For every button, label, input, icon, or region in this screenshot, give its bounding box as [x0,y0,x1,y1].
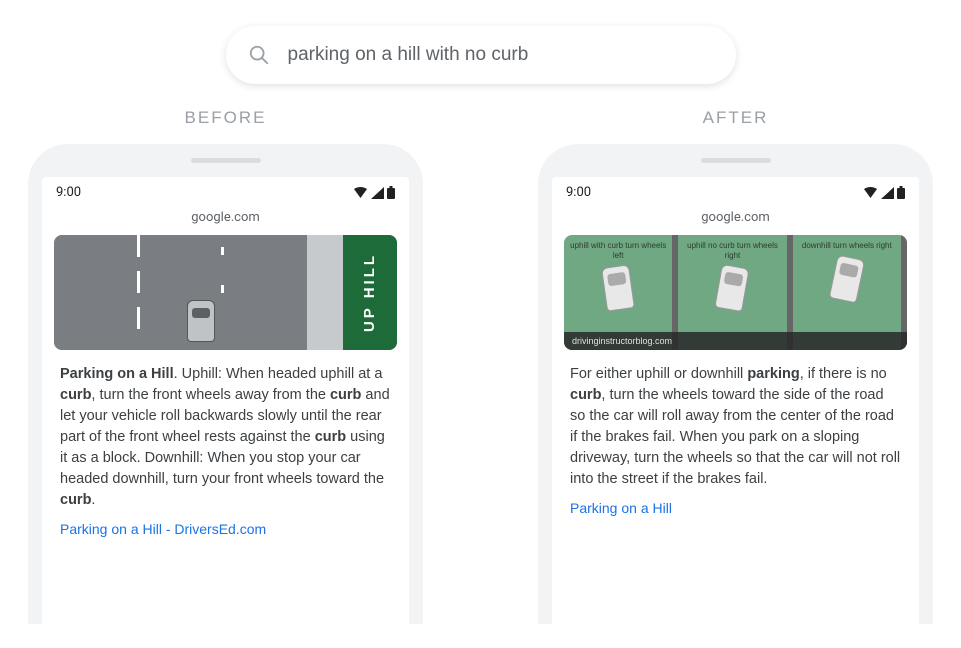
result-link-after[interactable]: Parking on a Hill [552,490,919,516]
search-query: parking on a hill with no curb [288,44,529,66]
car-icon [187,300,215,342]
wheel-diagram: uphill with curb turn wheels left uphill… [564,235,907,350]
status-icons [863,186,905,199]
url-bar: google.com [552,206,919,235]
panel-caption-0: uphill with curb turn wheels left [564,241,672,260]
before-label: BEFORE [185,108,267,128]
uphill-label: UP HILL [362,253,379,332]
status-bar: 9:00 [42,177,409,206]
url-bar: google.com [42,206,409,235]
status-time: 9:00 [566,185,591,200]
result-snippet-after: For either uphill or downhill parking, i… [552,364,919,490]
result-image-after: uphill with curb turn wheels left uphill… [564,235,907,350]
wifi-icon [863,187,878,199]
road-diagram: UP HILL [54,235,397,350]
phone-mockup-after: 9:00 google.com uphill with curb turn wh… [538,144,933,624]
phone-speaker [191,158,261,163]
signal-icon [371,187,384,199]
battery-icon [387,186,395,199]
comparison-row: BEFORE 9:00 google.com [0,108,961,624]
car-icon [601,264,635,311]
search-icon [248,44,270,66]
result-link-before[interactable]: Parking on a Hill - DriversEd.com [42,511,409,537]
after-column: AFTER 9:00 google.com [546,108,926,624]
signal-icon [881,187,894,199]
panel-caption-2: downhill turn wheels right [802,241,892,251]
car-icon [829,254,866,303]
battery-icon [897,186,905,199]
after-label: AFTER [703,108,769,128]
before-column: BEFORE 9:00 google.com [36,108,416,624]
status-icons [353,186,395,199]
phone-screen: 9:00 google.com [42,177,409,624]
image-credit: drivinginstructorblog.com [564,332,907,350]
status-bar: 9:00 [552,177,919,206]
search-bar[interactable]: parking on a hill with no curb [226,26,736,84]
result-snippet-before: Parking on a Hill. Uphill: When headed u… [42,364,409,511]
panel-caption-1: uphill no curb turn wheels right [678,241,786,260]
status-time: 9:00 [56,185,81,200]
phone-screen: 9:00 google.com uphill with curb turn wh… [552,177,919,624]
phone-speaker [701,158,771,163]
wifi-icon [353,187,368,199]
car-icon [715,264,750,312]
result-image-before: UP HILL [54,235,397,350]
phone-mockup-before: 9:00 google.com [28,144,423,624]
